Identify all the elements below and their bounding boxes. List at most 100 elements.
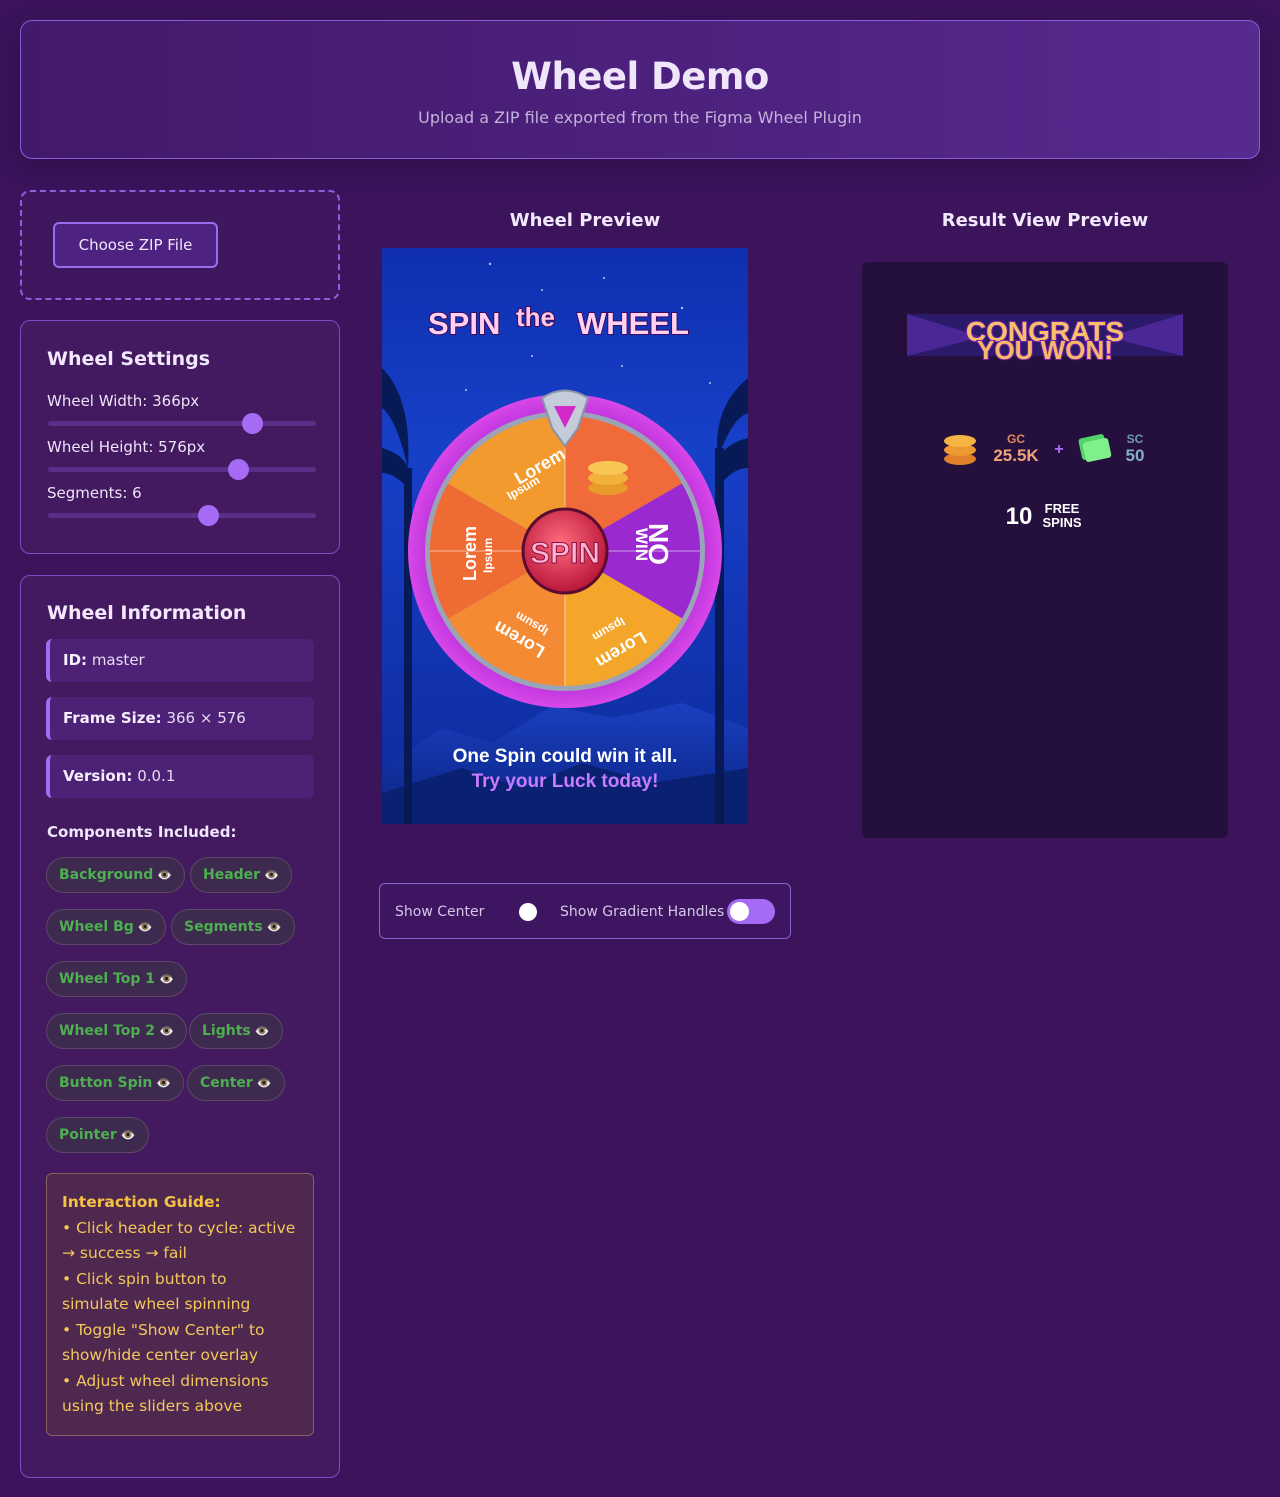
- wheel-tagline-1: One Spin could win it all.: [453, 746, 678, 767]
- chip-label: Wheel Top 1: [59, 971, 156, 987]
- wheel-tagline-2: Try your Luck today!: [472, 771, 659, 792]
- gc-label: GC: [1007, 432, 1025, 446]
- sc-value: 50: [1126, 446, 1145, 465]
- segments-slider[interactable]: [48, 505, 316, 526]
- wheel-width-label: Wheel Width: 366px: [47, 392, 200, 410]
- wheel-width-slider-thumb[interactable]: [242, 413, 263, 434]
- banner-spin-text: SPIN: [428, 306, 500, 341]
- eye-icon: 👁️: [159, 1024, 174, 1038]
- wheel-preview: SPIN the WHEEL Lorem Ipsum Lorem Ipsum N…: [382, 248, 748, 824]
- info-version-row: Version: 0.0.1: [46, 755, 314, 798]
- wheel-preview-art: SPIN the WHEEL Lorem Ipsum Lorem Ipsum N…: [382, 262, 748, 824]
- info-id-value: master: [91, 651, 145, 669]
- info-frame-label: Frame Size:: [63, 709, 162, 727]
- congrats-banner: CONGRATS YOU WON!: [907, 314, 1183, 366]
- component-chip-header[interactable]: Header 👁️: [190, 857, 293, 893]
- result-preview-art: CONGRATS YOU WON! GC 25.5K + SC 50 10 FR…: [907, 314, 1183, 530]
- info-id-row: ID: master: [46, 639, 314, 682]
- page-title: Wheel Demo: [511, 55, 769, 98]
- guide-line: • Click header to cycle: active → succes…: [62, 1218, 296, 1263]
- component-chip-segments[interactable]: Segments 👁️: [171, 909, 295, 945]
- spin-the-wheel-banner: SPIN the WHEEL: [427, 301, 690, 342]
- chip-label: Wheel Top 2: [59, 1023, 156, 1039]
- choose-zip-button[interactable]: Choose ZIP File: [53, 222, 218, 268]
- chip-label: Center: [200, 1075, 253, 1091]
- wheel: Lorem Ipsum Lorem Ipsum NO WIN Lorem Ips…: [408, 389, 722, 708]
- info-id-label: ID:: [63, 651, 88, 669]
- eye-icon: 👁️: [254, 1024, 270, 1038]
- gold-coins-icon: [944, 435, 976, 465]
- segment-label-ipsum: Ipsum: [481, 538, 495, 573]
- components-title: Components Included:: [47, 823, 237, 841]
- segments-slider-thumb[interactable]: [198, 505, 219, 526]
- segment-label-lorem: Lorem: [460, 526, 480, 581]
- gc-value: 25.5K: [993, 446, 1039, 465]
- eye-icon: 👁️: [264, 868, 280, 882]
- wheel-height-slider-thumb[interactable]: [228, 459, 249, 480]
- segments-label: Segments: 6: [47, 484, 142, 502]
- chip-label: Background: [59, 867, 154, 883]
- coins-prize-icon: [588, 461, 628, 495]
- show-center-toggle[interactable]: [519, 903, 537, 921]
- chip-label: Header: [203, 867, 261, 883]
- component-chip-wheel-top-2[interactable]: Wheel Top 2 👁️: [46, 1013, 187, 1049]
- eye-icon: 👁️: [156, 1076, 172, 1090]
- component-chip-center[interactable]: Center 👁️: [187, 1065, 285, 1101]
- info-version-value: 0.0.1: [137, 767, 176, 785]
- segment-label-win: WIN: [632, 528, 651, 561]
- wheel-settings-panel: Wheel Settings Wheel Width: 366px Wheel …: [20, 320, 340, 554]
- guide-line: • Toggle "Show Center" to show/hide cent…: [62, 1320, 265, 1365]
- eye-icon: 👁️: [266, 920, 282, 934]
- eye-icon: 👁️: [137, 920, 153, 934]
- info-version-label: Version:: [63, 767, 133, 785]
- chip-label: Wheel Bg: [59, 919, 134, 935]
- sc-label: SC: [1127, 432, 1144, 446]
- page-subtitle: Upload a ZIP file exported from the Figm…: [418, 108, 862, 127]
- wheel-width-slider[interactable]: [48, 413, 316, 434]
- page-header: Wheel Demo Upload a ZIP file exported fr…: [20, 20, 1260, 159]
- banner-the-text: the: [516, 302, 555, 332]
- component-chip-lights[interactable]: Lights 👁️: [189, 1013, 283, 1049]
- spins-word: SPINS: [1042, 515, 1081, 530]
- banner-wheel-text: WHEEL: [577, 306, 689, 341]
- guide-line: • Adjust wheel dimensions using the slid…: [62, 1371, 269, 1416]
- wheel-height-slider[interactable]: [48, 459, 316, 480]
- show-center-label: Show Center: [395, 904, 485, 920]
- result-preview: CONGRATS YOU WON! GC 25.5K + SC 50 10 FR…: [862, 262, 1228, 838]
- eye-icon: 👁️: [256, 1076, 272, 1090]
- component-chip-pointer[interactable]: Pointer 👁️: [46, 1117, 149, 1153]
- info-frame-row: Frame Size: 366 × 576: [46, 697, 314, 740]
- display-toggles: Show Center Show Gradient Handles: [379, 883, 791, 939]
- interaction-guide: Interaction Guide: • Click header to cyc…: [46, 1173, 314, 1436]
- eye-icon: 👁️: [120, 1128, 136, 1142]
- toggle-knob: [730, 902, 749, 921]
- wheel-information-panel: Wheel Information ID: master Frame Size:…: [20, 575, 340, 1478]
- info-frame-value: 366 × 576: [166, 709, 246, 727]
- sweeps-cash-icon: [1078, 434, 1112, 462]
- result-preview-title: Result View Preview: [941, 210, 1149, 231]
- component-chip-wheel-bg[interactable]: Wheel Bg 👁️: [46, 909, 166, 945]
- spin-button-label[interactable]: SPIN: [529, 537, 600, 571]
- you-won-text: YOU WON!: [977, 335, 1113, 365]
- chip-label: Button Spin: [59, 1075, 153, 1091]
- settings-title: Wheel Settings: [47, 348, 211, 370]
- upload-dropzone[interactable]: Choose ZIP File: [20, 190, 340, 300]
- plus-sign: +: [1054, 441, 1063, 458]
- show-gradient-handles-label: Show Gradient Handles: [560, 904, 725, 920]
- show-gradient-handles-toggle[interactable]: [727, 899, 775, 924]
- wheel-height-label: Wheel Height: 576px: [47, 438, 206, 456]
- wheel-preview-title: Wheel Preview: [509, 210, 661, 231]
- free-word: FREE: [1045, 501, 1080, 516]
- eye-icon: 👁️: [157, 868, 173, 882]
- component-chip-background[interactable]: Background 👁️: [46, 857, 186, 893]
- component-chip-wheel-top-1[interactable]: Wheel Top 1 👁️: [46, 961, 187, 997]
- eye-icon: 👁️: [159, 972, 174, 986]
- chip-label: Lights: [202, 1023, 251, 1039]
- chip-label: Pointer: [59, 1127, 117, 1143]
- info-title: Wheel Information: [47, 602, 247, 624]
- guide-title: Interaction Guide:: [62, 1193, 221, 1211]
- chip-label: Segments: [184, 919, 263, 935]
- free-spins-count: 10: [1006, 503, 1033, 530]
- component-chip-button-spin[interactable]: Button Spin 👁️: [46, 1065, 185, 1101]
- guide-line: • Click spin button to simulate wheel sp…: [62, 1269, 251, 1314]
